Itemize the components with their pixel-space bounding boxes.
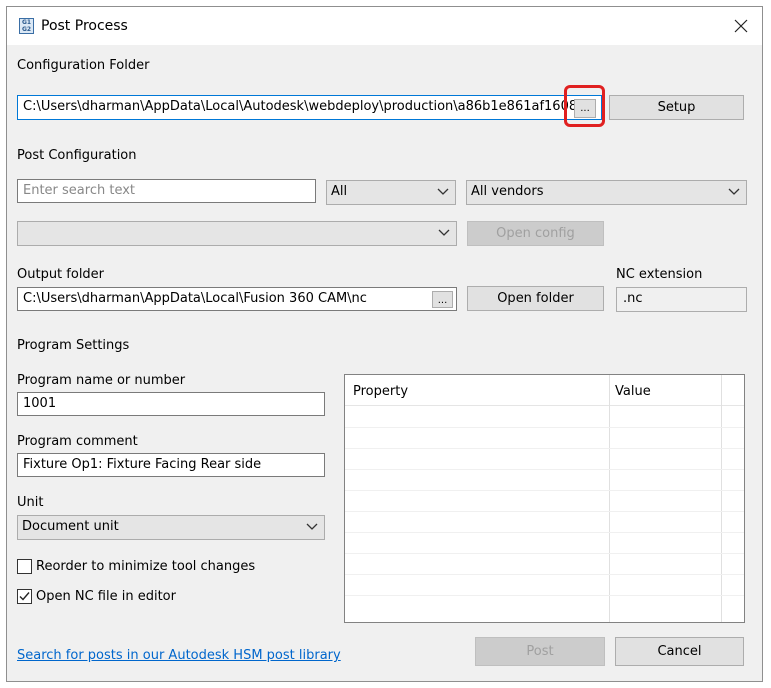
chevron-down-icon <box>437 188 449 195</box>
chevron-down-icon <box>438 229 450 236</box>
config-folder-field[interactable]: C:\Users\dharman\AppData\Local\Autodesk\… <box>17 95 602 120</box>
grid-row-line <box>345 595 744 596</box>
program-comment-label: Program comment <box>17 434 138 449</box>
grid-row-line <box>345 511 744 512</box>
program-name-label: Program name or number <box>17 373 186 388</box>
browse-highlight-box <box>564 85 605 127</box>
property-grid[interactable]: Property Value <box>344 374 745 623</box>
unit-select-value: Document unit <box>22 519 119 534</box>
grid-row-line <box>345 448 744 449</box>
chevron-down-icon <box>306 523 318 530</box>
grid-row-line <box>345 490 744 491</box>
post-config-label: Post Configuration <box>17 148 137 163</box>
setup-button[interactable]: Setup <box>609 95 744 120</box>
open-nc-checkbox[interactable] <box>17 589 32 604</box>
column-separator <box>721 375 722 622</box>
program-settings-label: Program Settings <box>17 338 130 353</box>
output-folder-field[interactable]: C:\Users\dharman\AppData\Local\Fusion 36… <box>17 287 457 311</box>
close-button[interactable] <box>723 10 759 42</box>
filter-select-value: All <box>331 184 348 199</box>
cancel-button[interactable]: Cancel <box>615 637 744 666</box>
output-browse-button[interactable]: ... <box>432 291 453 308</box>
value-column-header: Value <box>615 384 651 399</box>
vendor-select-value: All vendors <box>471 184 544 199</box>
open-nc-label: Open NC file in editor <box>36 589 176 604</box>
app-icon: G1 G2 <box>19 18 34 34</box>
grid-row-line <box>345 553 744 554</box>
post-button[interactable]: Post <box>475 637 605 666</box>
title-bar: G1 G2 Post Process <box>7 7 762 45</box>
program-name-input[interactable]: 1001 <box>17 392 325 416</box>
unit-select[interactable]: Document unit <box>17 515 325 540</box>
post-config-select[interactable] <box>17 221 457 246</box>
config-folder-label: Configuration Folder <box>17 58 150 73</box>
reorder-label: Reorder to minimize tool changes <box>36 559 256 574</box>
nc-extension-field: .nc <box>616 287 747 312</box>
window-title: Post Process <box>41 18 128 34</box>
open-folder-button[interactable]: Open folder <box>467 286 604 311</box>
output-folder-label: Output folder <box>17 267 105 282</box>
nc-extension-label: NC extension <box>616 267 703 282</box>
column-separator <box>609 375 610 622</box>
reorder-checkbox[interactable] <box>17 559 32 574</box>
filter-select[interactable]: All <box>326 180 456 205</box>
checkmark-icon <box>19 592 30 601</box>
post-process-dialog: G1 G2 Post Process Configuration Folder … <box>6 6 763 682</box>
grid-row-line <box>345 532 744 533</box>
open-config-button[interactable]: Open config <box>467 221 604 246</box>
grid-row-line <box>345 427 744 428</box>
vendor-select[interactable]: All vendors <box>466 180 747 205</box>
search-placeholder: Enter search text <box>23 183 135 198</box>
program-comment-input[interactable]: Fixture Op1: Fixture Facing Rear side <box>17 453 325 477</box>
unit-label: Unit <box>17 495 44 510</box>
property-column-header: Property <box>353 384 409 399</box>
property-grid-header: Property Value <box>345 375 744 406</box>
search-input[interactable]: Enter search text <box>17 179 316 203</box>
chevron-down-icon <box>728 188 740 195</box>
post-library-link[interactable]: Search for posts in our Autodesk HSM pos… <box>17 648 341 663</box>
close-icon <box>734 19 748 33</box>
grid-row-line <box>345 574 744 575</box>
grid-row-line <box>345 469 744 470</box>
